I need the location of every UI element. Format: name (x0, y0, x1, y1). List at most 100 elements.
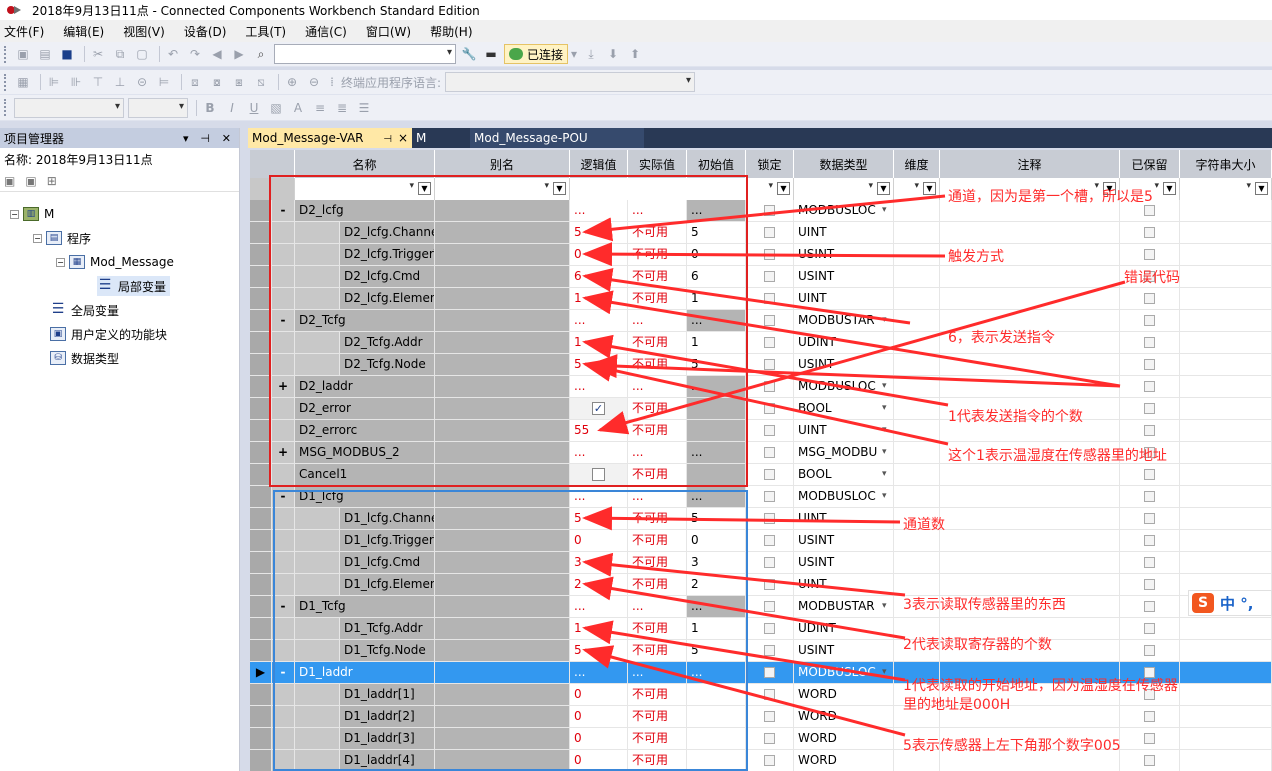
variable-name[interactable]: D2_error (295, 398, 435, 420)
panel-close-icon[interactable]: ✕ (222, 132, 231, 145)
filter-icon[interactable]: ▼ (877, 182, 890, 195)
lock-checkbox[interactable] (764, 623, 775, 634)
dimension-cell[interactable] (894, 552, 940, 574)
initial-value[interactable] (687, 398, 746, 420)
download2-icon[interactable]: ⬇ (604, 46, 622, 62)
menu-help[interactable]: 帮助(H) (430, 23, 472, 40)
data-type[interactable]: UINT (794, 574, 894, 596)
filter-icon[interactable]: ▼ (923, 182, 936, 195)
initial-value[interactable] (687, 706, 746, 728)
lock-cell[interactable] (746, 354, 794, 376)
wrench-icon[interactable]: 🔧 (460, 46, 478, 62)
variable-name[interactable]: D1_laddr[3] (340, 728, 435, 750)
ime-toolbar[interactable]: S 中 °, (1188, 590, 1272, 616)
string-size-cell[interactable] (1180, 486, 1272, 508)
string-size-cell[interactable] (1180, 640, 1272, 662)
filter-cell[interactable] (250, 178, 295, 200)
logical-value[interactable]: ... (570, 596, 628, 618)
column-header[interactable]: 逻辑值 (570, 150, 628, 178)
comment-cell[interactable] (940, 662, 1120, 684)
string-size-cell[interactable] (1180, 200, 1272, 222)
toolbar-grip[interactable] (4, 45, 8, 63)
dimension-cell[interactable] (894, 222, 940, 244)
expander[interactable] (272, 618, 295, 640)
ungroup-icon[interactable]: ⧇ (208, 74, 226, 90)
initial-value[interactable]: 3 (687, 552, 746, 574)
lock-checkbox[interactable] (764, 271, 775, 282)
alias-cell[interactable] (435, 706, 570, 728)
filter-dropdown-icon[interactable]: ▾ (409, 181, 414, 191)
retained-cell[interactable] (1120, 728, 1180, 750)
bold-icon[interactable]: B (201, 100, 219, 116)
dimension-cell[interactable] (894, 442, 940, 464)
comment-cell[interactable] (940, 552, 1120, 574)
row-selector[interactable] (250, 310, 272, 332)
data-type[interactable]: WORD (794, 706, 894, 728)
lock-checkbox[interactable] (764, 425, 775, 436)
retained-cell[interactable] (1120, 200, 1180, 222)
table-row[interactable]: D2_error ✓ 不可用 BOOL ▾ (250, 398, 1272, 420)
connect-dropdown-icon[interactable]: ▾ (570, 46, 578, 62)
dimension-cell[interactable] (894, 728, 940, 750)
initial-value[interactable]: ... (687, 662, 746, 684)
tree-item-mod-message[interactable]: − ▦ Mod_Message (56, 252, 174, 272)
lock-cell[interactable] (746, 640, 794, 662)
comment-cell[interactable] (940, 596, 1120, 618)
row-selector[interactable] (250, 618, 272, 640)
expander[interactable] (272, 420, 295, 442)
retain-checkbox[interactable] (1144, 645, 1155, 656)
tree-item-data-types[interactable]: ⛁ 数据类型 (50, 348, 119, 368)
initial-value[interactable]: 0 (687, 530, 746, 552)
retain-checkbox[interactable] (1144, 711, 1155, 722)
logical-value[interactable]: 5 (570, 640, 628, 662)
collapse-icon[interactable]: − (10, 209, 19, 219)
variable-name[interactable]: D2_Tcfg (295, 310, 435, 332)
filter-dropdown-icon[interactable]: ▾ (768, 181, 773, 191)
collapse-toggle[interactable]: - (272, 486, 295, 508)
expander[interactable] (272, 706, 295, 728)
variable-name[interactable]: D2_Tcfg.Addr (340, 332, 435, 354)
tab-m[interactable]: M (412, 128, 470, 148)
retained-cell[interactable] (1120, 684, 1180, 706)
comment-cell[interactable] (940, 706, 1120, 728)
lock-cell[interactable] (746, 530, 794, 552)
comment-cell[interactable] (940, 728, 1120, 750)
dimension-cell[interactable] (894, 640, 940, 662)
dimension-cell[interactable] (894, 266, 940, 288)
table-row[interactable]: + MSG_MODBUS_2......... MSG_MODBU ▾ (250, 442, 1272, 464)
filter-dropdown-icon[interactable]: ▾ (1094, 181, 1099, 191)
checkbox[interactable]: ✓ (592, 402, 605, 415)
expander[interactable] (272, 464, 295, 486)
lock-checkbox[interactable] (764, 315, 775, 326)
lock-cell[interactable] (746, 596, 794, 618)
string-size-cell[interactable] (1180, 618, 1272, 640)
menu-file[interactable]: 文件(F) (4, 23, 44, 40)
variable-name[interactable]: D1_lcfg.TriggerT (340, 530, 435, 552)
lock-cell[interactable] (746, 398, 794, 420)
lock-cell[interactable] (746, 618, 794, 640)
alias-cell[interactable] (435, 288, 570, 310)
data-type[interactable]: MODBUSLOC (794, 486, 894, 508)
comment-cell[interactable] (940, 310, 1120, 332)
retained-cell[interactable] (1120, 266, 1180, 288)
comment-cell[interactable] (940, 420, 1120, 442)
alias-cell[interactable] (435, 574, 570, 596)
filter-dropdown-icon[interactable]: ▾ (544, 181, 549, 191)
string-size-cell[interactable] (1180, 552, 1272, 574)
column-header[interactable]: 数据类型 (794, 150, 894, 178)
dimension-cell[interactable] (894, 508, 940, 530)
align-left-icon[interactable]: ⊫ (45, 74, 63, 90)
find-icon[interactable]: ⌕ (252, 46, 270, 62)
retain-checkbox[interactable] (1144, 623, 1155, 634)
lock-checkbox[interactable] (764, 469, 775, 480)
comment-cell[interactable] (940, 398, 1120, 420)
logical-value[interactable]: 0 (570, 244, 628, 266)
align-mid-icon[interactable]: ⊝ (133, 74, 151, 90)
retained-cell[interactable] (1120, 244, 1180, 266)
variable-name[interactable]: D1_laddr[1] (340, 684, 435, 706)
retained-cell[interactable] (1120, 596, 1180, 618)
retain-checkbox[interactable] (1144, 557, 1155, 568)
lock-cell[interactable] (746, 574, 794, 596)
data-type[interactable]: USINT (794, 266, 894, 288)
retain-checkbox[interactable] (1144, 601, 1155, 612)
